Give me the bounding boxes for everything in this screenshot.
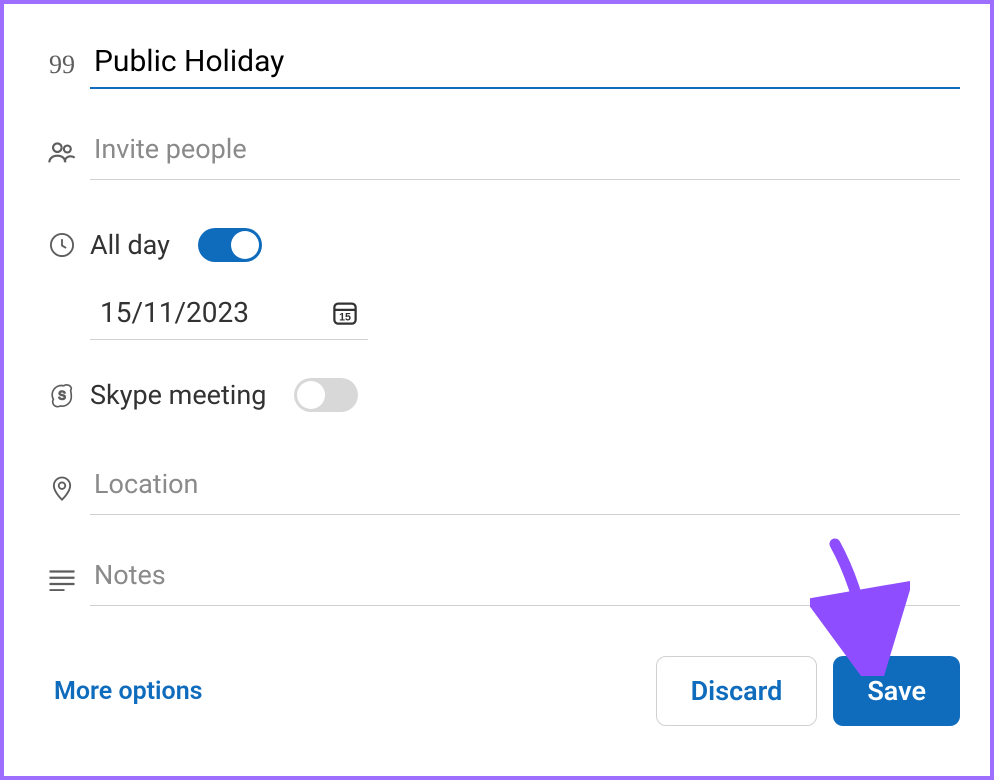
- people-icon: [46, 137, 78, 169]
- location-icon: [48, 473, 76, 503]
- save-button[interactable]: Save: [833, 656, 960, 726]
- skype-icon: S: [48, 381, 76, 409]
- date-text: 15/11/2023: [100, 296, 249, 329]
- event-title-input[interactable]: [90, 40, 960, 89]
- more-options-link[interactable]: More options: [54, 677, 203, 706]
- date-field[interactable]: 15/11/2023 15: [90, 290, 368, 340]
- invite-people-input[interactable]: [90, 125, 960, 180]
- all-day-label: All day: [90, 229, 170, 261]
- discard-button[interactable]: Discard: [656, 656, 818, 726]
- skype-meeting-toggle[interactable]: [294, 378, 358, 412]
- svg-text:15: 15: [339, 311, 351, 323]
- location-input[interactable]: [90, 460, 960, 515]
- title-marker-icon: 99: [49, 50, 75, 80]
- notes-icon: [47, 567, 77, 591]
- skype-meeting-label: Skype meeting: [90, 379, 266, 411]
- calendar-icon[interactable]: 15: [330, 298, 360, 328]
- svg-text:S: S: [58, 390, 66, 403]
- all-day-toggle[interactable]: [198, 228, 262, 262]
- clock-icon: [48, 231, 76, 259]
- notes-input[interactable]: [90, 551, 960, 606]
